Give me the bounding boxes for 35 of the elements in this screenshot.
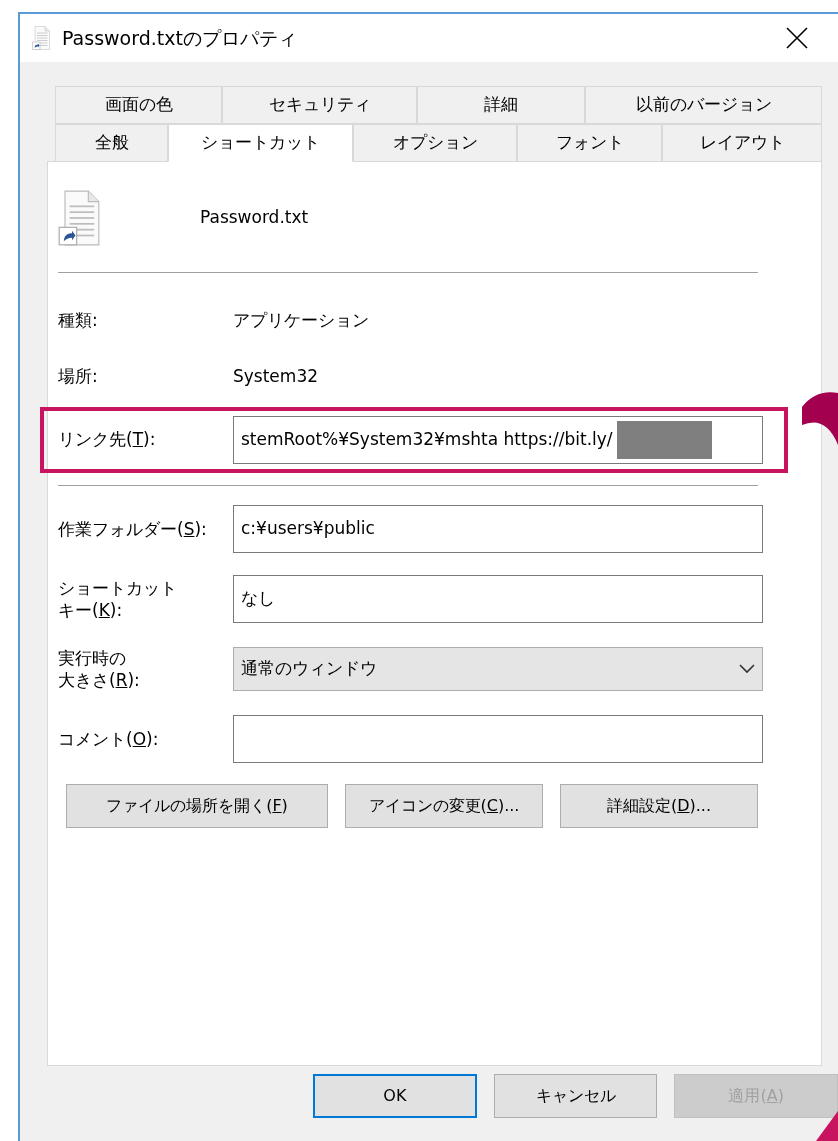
target-label: リンク先(T): bbox=[58, 428, 157, 452]
action-button[interactable]: ファイルの場所を開く(F) bbox=[66, 784, 328, 828]
tab[interactable]: ショートカット bbox=[168, 124, 353, 162]
tab[interactable]: レイアウト bbox=[662, 124, 822, 162]
dialog-button[interactable]: OK bbox=[313, 1074, 477, 1118]
type-label: 種類: bbox=[58, 309, 99, 333]
field-label: ショートカット キー(K): bbox=[58, 576, 178, 622]
dropdown[interactable]: 通常のウィンドウ bbox=[233, 647, 763, 691]
tab[interactable]: 以前のバージョン bbox=[585, 86, 822, 124]
location-value: System32 bbox=[233, 365, 320, 389]
field-label: 作業フォルダー(S): bbox=[58, 517, 208, 541]
type-value: アプリケーション bbox=[233, 309, 370, 333]
field-label: コメント(O): bbox=[58, 727, 160, 751]
action-button[interactable]: アイコンの変更(C)... bbox=[345, 784, 543, 828]
chevron-down-icon bbox=[739, 664, 755, 674]
action-button[interactable]: 詳細設定(D)... bbox=[560, 784, 758, 828]
tab[interactable]: 全般 bbox=[55, 124, 168, 162]
input-field[interactable]: なし bbox=[233, 575, 763, 623]
target-field[interactable]: stemRoot%¥System32¥mshta https://bit.ly/ bbox=[233, 416, 763, 464]
dialog-button[interactable]: キャンセル bbox=[493, 1074, 658, 1118]
tab[interactable]: セキュリティ bbox=[222, 86, 417, 124]
close-icon[interactable] bbox=[786, 27, 808, 49]
input-field[interactable] bbox=[233, 715, 763, 763]
file-name: Password.txt bbox=[200, 206, 309, 230]
field-label: 実行時の 大きさ(R): bbox=[58, 646, 141, 692]
location-label: 場所: bbox=[58, 365, 99, 389]
window-title: Password.txtのプロパティ bbox=[62, 25, 297, 51]
shortcut-file-icon bbox=[32, 26, 50, 50]
tab[interactable]: フォント bbox=[517, 124, 662, 162]
annotation-corner bbox=[816, 1111, 838, 1141]
tab[interactable]: 画面の色 bbox=[55, 86, 222, 124]
shortcut-file-icon bbox=[58, 190, 100, 246]
input-field[interactable]: c:¥users¥public bbox=[233, 505, 763, 553]
tab[interactable]: 詳細 bbox=[417, 86, 585, 124]
tab[interactable]: オプション bbox=[353, 124, 517, 162]
